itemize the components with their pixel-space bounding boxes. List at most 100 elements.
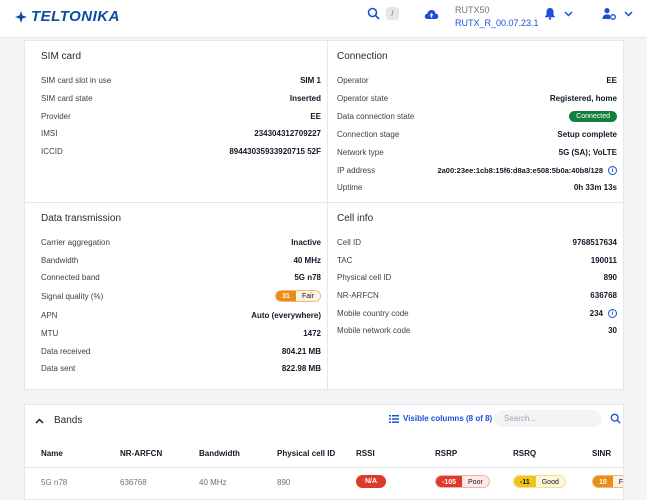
chevron-down-icon: [564, 10, 573, 17]
connection-stage-row: Connection stage Setup complete: [337, 126, 617, 142]
search-icon[interactable]: [610, 413, 621, 424]
row-label: NR-ARFCN: [337, 290, 379, 300]
band-name-cell: 5G n78: [41, 478, 68, 487]
column-header-rsrp[interactable]: RSRP: [435, 449, 457, 458]
row-value: EE: [606, 75, 617, 85]
teltonika-logo[interactable]: TELTONIKA: [14, 8, 120, 25]
search-icon: [367, 7, 380, 20]
signal-quality-badge: 31 Fair: [275, 290, 321, 302]
column-header-name[interactable]: Name: [41, 449, 63, 458]
global-search-button[interactable]: /: [367, 7, 399, 20]
row-label: Data connection state: [337, 111, 415, 121]
row-label: Operator: [337, 75, 369, 85]
divider: [327, 41, 328, 389]
chevron-down-icon: [624, 10, 633, 17]
signal-quality-label: Fair: [295, 291, 320, 301]
mobile-network-code-row: Mobile network code 30: [337, 322, 617, 338]
imsi-row: IMSI 234304312709227: [41, 125, 321, 141]
row-label: Operator state: [337, 93, 389, 103]
sim-card-title: SIM card: [41, 51, 82, 62]
row-label: Cell ID: [337, 237, 362, 247]
top-bar: TELTONIKA / RUTX50 RUTX_R_00.07.23.1: [0, 0, 647, 38]
network-type-row: Network type 5G (SA); VoLTE: [337, 144, 617, 160]
operator-row: Operator EE: [337, 72, 617, 88]
row-value: 2a00:23ee:1cb8:15f6:d8a3:e508:5b0a:40b8/…: [437, 165, 603, 175]
row-label: SIM card slot in use: [41, 75, 112, 85]
row-label: Connection stage: [337, 129, 400, 139]
visible-columns-button[interactable]: Visible columns (8 of 8): [389, 414, 492, 423]
row-value: EE: [310, 111, 321, 121]
row-label: Uptime: [337, 182, 363, 192]
column-header-nr-arfcn[interactable]: NR-ARFCN: [120, 449, 162, 458]
user-settings-icon: [602, 8, 616, 20]
mobile-status-card: SIM card SIM card slot in use SIM 1 SIM c…: [24, 40, 624, 390]
connected-band-row: Connected band 5G n78: [41, 269, 321, 285]
row-value: Registered, home: [549, 93, 617, 103]
logo-icon: [15, 10, 27, 23]
row-value: Inactive: [291, 237, 321, 247]
sim-slot-row: SIM card slot in use SIM 1: [41, 72, 321, 88]
bands-toggle[interactable]: Bands: [35, 415, 82, 426]
row-label: Physical cell ID: [337, 272, 392, 282]
column-header-rssi[interactable]: RSSI: [356, 449, 375, 458]
row-label: APN: [41, 310, 58, 320]
row-value: 234: [589, 308, 603, 318]
connected-status-badge: Connected: [569, 110, 617, 122]
band-arfcn-cell: 636768: [120, 478, 147, 487]
user-menu-button[interactable]: [602, 7, 633, 20]
iccid-row: ICCID 89443035933920715 52F: [41, 143, 321, 159]
column-header-sinr[interactable]: SINR: [592, 449, 611, 458]
bands-title: Bands: [54, 415, 83, 426]
sinr-quality: Fair: [612, 476, 623, 487]
physical-cell-id-row: Physical cell ID 890: [337, 269, 617, 285]
cloud-upload-button[interactable]: [424, 8, 439, 26]
row-label: Mobile network code: [337, 325, 411, 335]
bands-search-input[interactable]: [494, 410, 602, 427]
rsrp-badge: -105 Poor: [435, 475, 490, 488]
rsrp-quality: Poor: [462, 476, 489, 487]
uptime-row: Uptime 0h 33m 13s: [337, 179, 617, 195]
row-value: 636768: [590, 290, 617, 300]
row-label: Provider: [41, 111, 71, 121]
row-label: Mobile country code: [337, 308, 409, 318]
visible-columns-label: Visible columns (8 of 8): [403, 414, 493, 423]
row-value: Setup complete: [557, 129, 617, 139]
firmware-version[interactable]: RUTX_R_00.07.23.1: [455, 17, 539, 30]
sim-state-row: SIM card state Inserted: [41, 90, 321, 106]
column-header-bandwidth[interactable]: Bandwidth: [199, 449, 240, 458]
row-value: 1472: [303, 328, 321, 338]
device-info: RUTX50 RUTX_R_00.07.23.1: [455, 4, 539, 30]
row-label: TAC: [337, 255, 353, 265]
info-icon[interactable]: i: [608, 165, 617, 175]
divider: [25, 202, 623, 203]
info-icon[interactable]: i: [608, 308, 617, 318]
row-label: Signal quality (%): [41, 291, 104, 301]
search-shortcut-key: /: [386, 7, 399, 20]
notifications-button[interactable]: [544, 7, 573, 20]
row-value: 190011: [590, 255, 617, 265]
sinr-badge: 10 Fair: [592, 475, 623, 488]
data-connection-state-row: Data connection state Connected: [337, 108, 617, 124]
row-value: 30: [608, 325, 617, 335]
data-sent-row: Data sent 822.98 MB: [41, 360, 321, 376]
data-received-row: Data received 804.21 MB: [41, 343, 321, 359]
band-bandwidth-cell: 40 MHz: [199, 478, 227, 487]
logo-text: TELTONIKA: [31, 8, 120, 25]
row-value: SIM 1: [300, 75, 321, 85]
column-header-physical-cell-id[interactable]: Physical cell ID: [277, 449, 335, 458]
cell-id-row: Cell ID 9768517634: [337, 234, 617, 250]
row-value: Inserted: [289, 93, 321, 103]
apn-row: APN Auto (everywhere): [41, 307, 321, 323]
row-label: Connected band: [41, 272, 100, 282]
row-value: 804.21 MB: [281, 346, 321, 356]
rsrq-value: -11: [514, 476, 536, 487]
operator-state-row: Operator state Registered, home: [337, 90, 617, 106]
column-header-rsrq[interactable]: RSRQ: [513, 449, 536, 458]
row-value: Auto (everywhere): [251, 310, 321, 320]
row-value: 5G n78: [294, 272, 321, 282]
row-value: 40 MHz: [293, 255, 321, 265]
rssi-badge: N/A: [356, 475, 387, 488]
device-model: RUTX50: [455, 5, 490, 15]
row-value: 5G (SA); VoLTE: [558, 147, 617, 157]
row-label: SIM card state: [41, 93, 93, 103]
